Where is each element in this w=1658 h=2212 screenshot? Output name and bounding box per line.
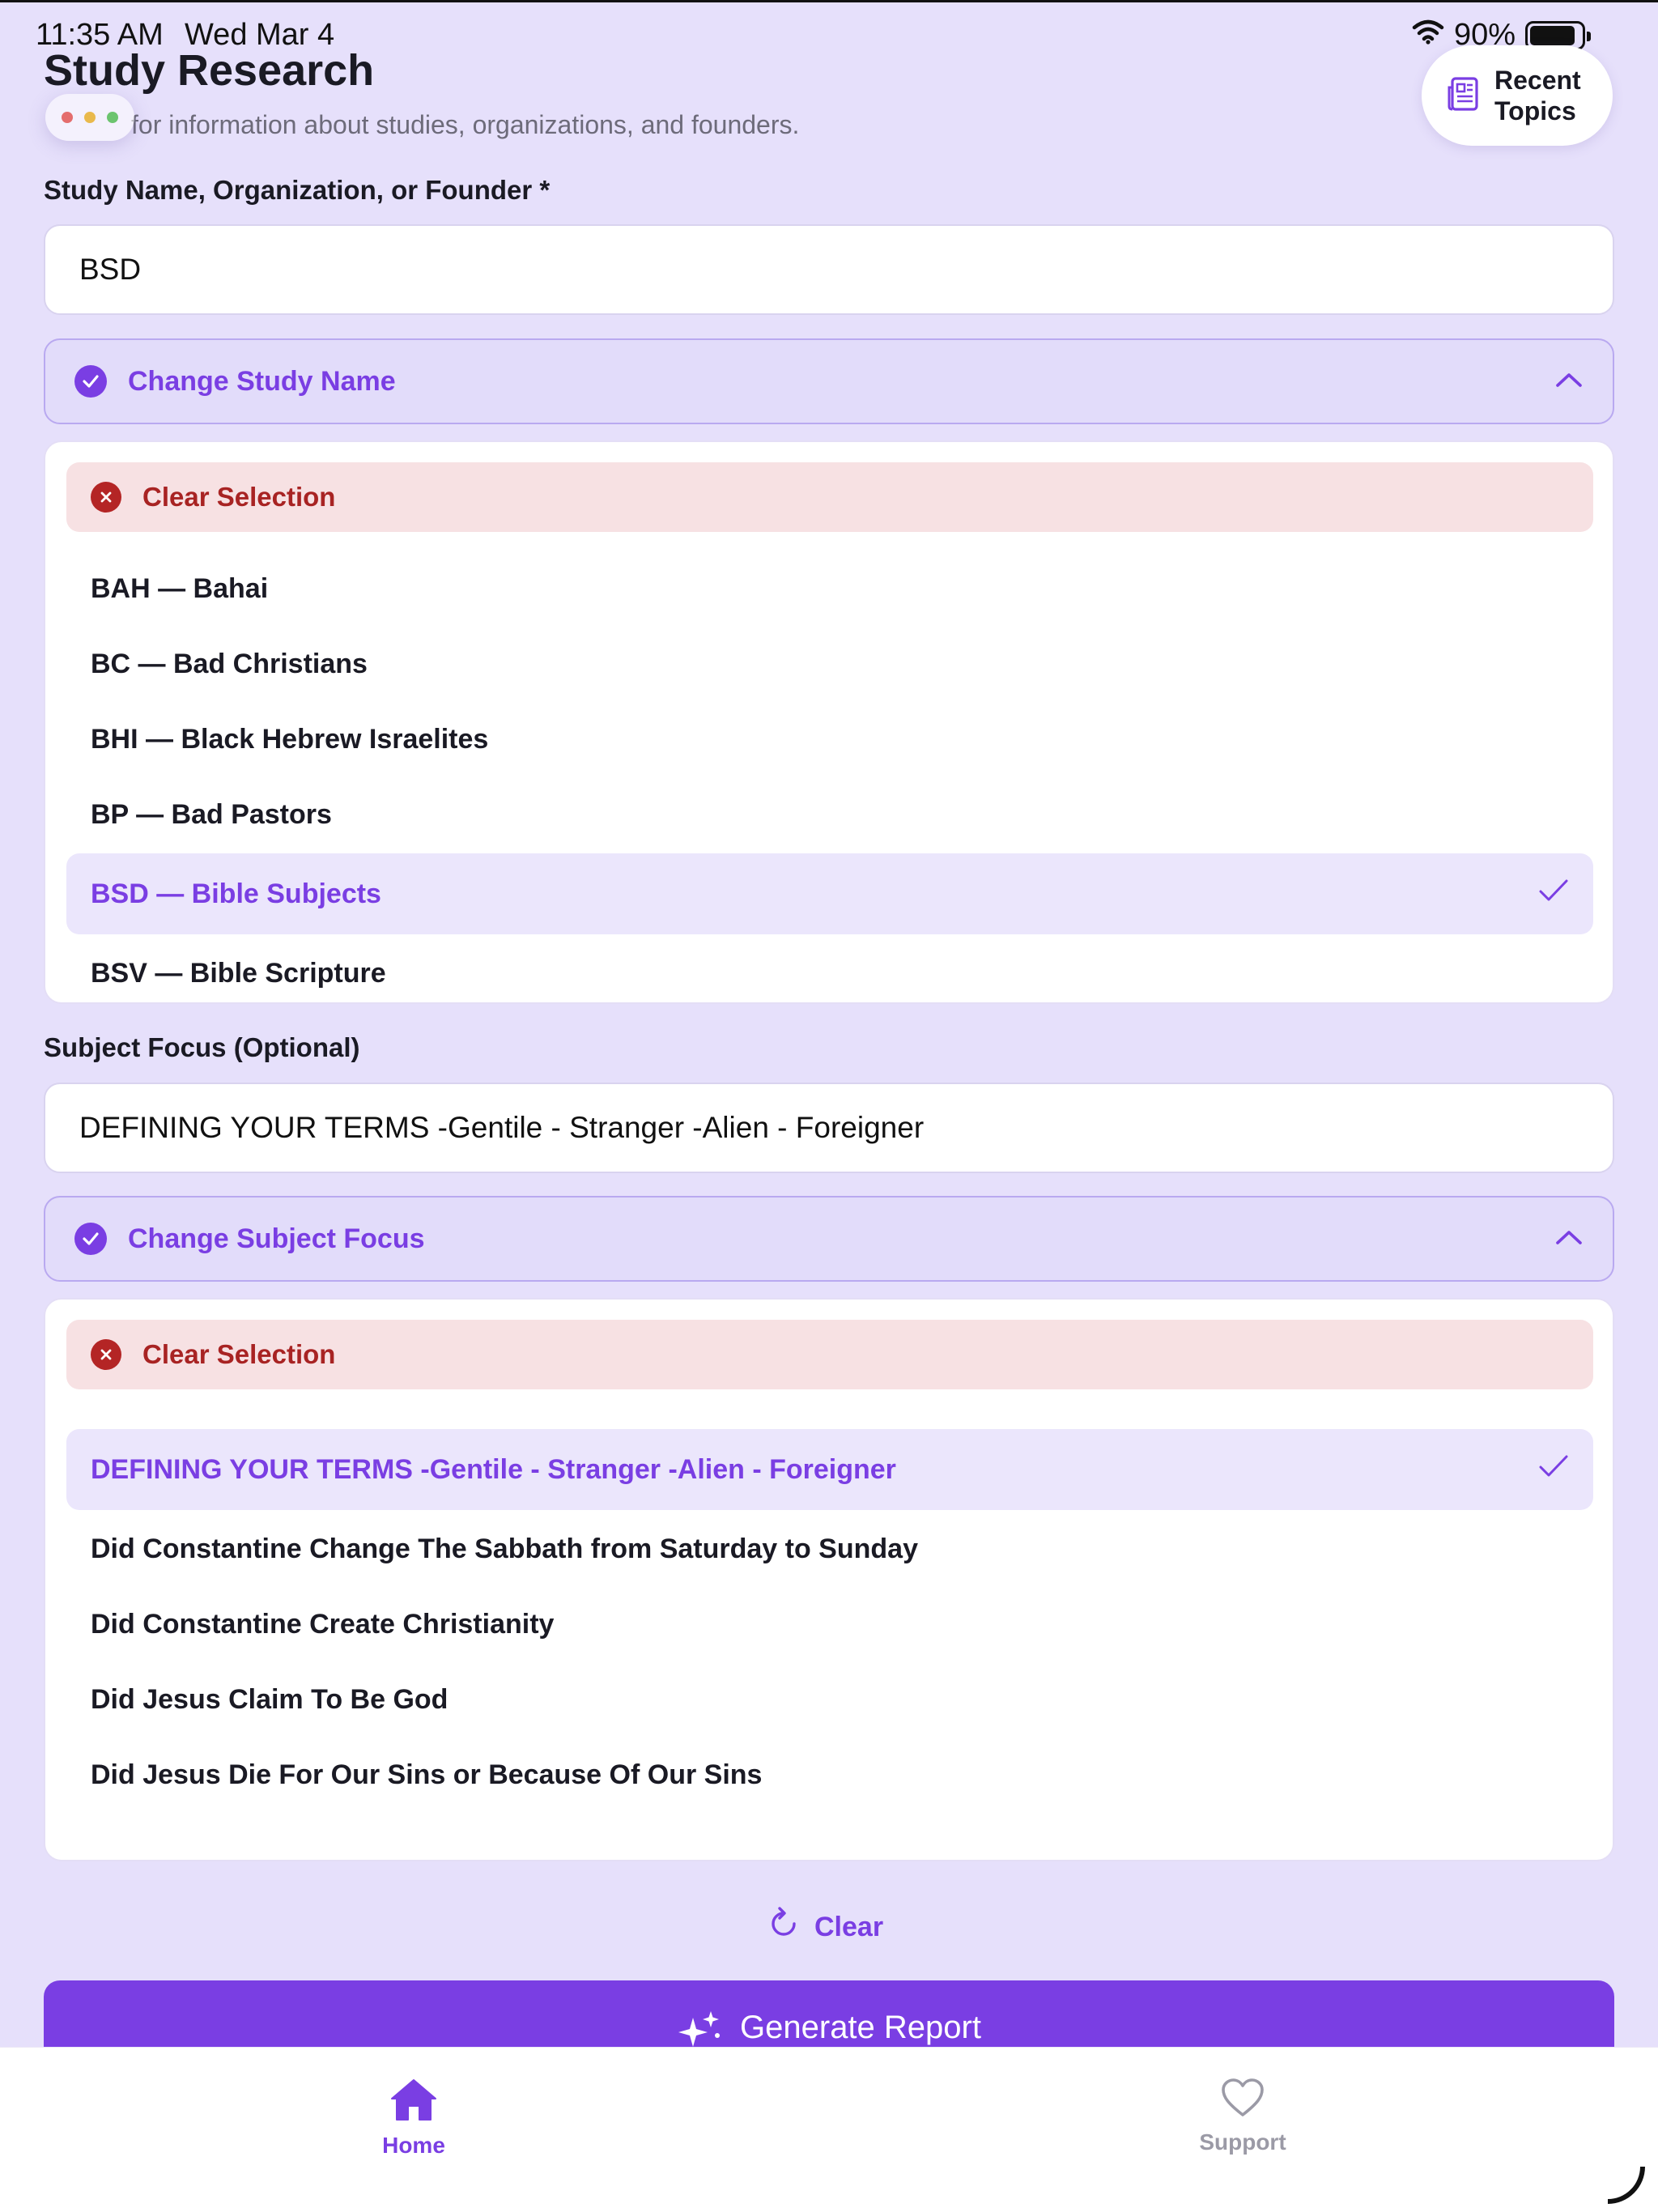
page-subtitle: for information about studies, organizat…: [131, 110, 800, 139]
check-circle-icon: [74, 365, 107, 398]
newspaper-icon: [1448, 76, 1480, 116]
checkmark-icon: [1538, 878, 1569, 910]
close-dot-icon[interactable]: [62, 112, 73, 123]
window-controls[interactable]: [45, 94, 134, 141]
study-name-input[interactable]: [44, 224, 1614, 315]
clear-selection-label: Clear Selection: [142, 1339, 336, 1369]
heart-icon: [1220, 2077, 1265, 2123]
tab-bar: Home Support: [0, 2047, 1658, 2212]
chevron-up-icon: [1554, 371, 1584, 393]
tab-home[interactable]: Home: [333, 2077, 495, 2159]
top-edge: [0, 0, 1658, 2]
change-subject-focus-label: Change Subject Focus: [128, 1223, 425, 1254]
study-option[interactable]: BP — Bad Pastors: [66, 774, 1593, 855]
subject-option[interactable]: Did Constantine Change The Sabbath from …: [66, 1508, 1593, 1589]
study-field-label: Study Name, Organization, or Founder *: [44, 175, 551, 205]
tab-support[interactable]: Support: [1162, 2077, 1324, 2155]
clear-study-selection-button[interactable]: Clear Selection: [66, 462, 1593, 532]
subject-options-panel[interactable]: Clear Selection DEFINING YOUR TERMS -Gen…: [44, 1298, 1614, 1861]
subject-field-label: Subject Focus (Optional): [44, 1032, 360, 1062]
subject-option[interactable]: Did Jesus Die For Our Sins or Because Of…: [66, 1734, 1593, 1815]
change-study-name-toggle[interactable]: Change Study Name: [44, 338, 1614, 424]
change-study-name-label: Change Study Name: [128, 365, 396, 397]
tab-home-label: Home: [382, 2133, 445, 2158]
page-title: Study Research: [44, 46, 375, 95]
wifi-icon: [1412, 18, 1444, 53]
x-circle-icon: [91, 482, 121, 513]
study-option[interactable]: BC — Bad Christians: [66, 623, 1593, 704]
subject-focus-input[interactable]: [44, 1083, 1614, 1173]
clear-button[interactable]: Clear: [767, 1904, 883, 1950]
generate-report-label: Generate Report: [740, 2010, 981, 2045]
study-option[interactable]: BHI — Black Hebrew Israelites: [66, 699, 1593, 780]
checkmark-icon: [1538, 1454, 1569, 1486]
recent-topics-button[interactable]: Recent Topics: [1422, 45, 1613, 146]
study-option[interactable]: BAH — Bahai: [66, 548, 1593, 629]
tab-support-label: Support: [1199, 2129, 1286, 2155]
clear-subject-selection-button[interactable]: Clear Selection: [66, 1320, 1593, 1389]
subject-option[interactable]: Did Constantine Create Christianity: [66, 1584, 1593, 1665]
check-circle-icon: [74, 1223, 107, 1255]
clear-selection-label: Clear Selection: [142, 482, 336, 512]
study-options-panel[interactable]: Clear Selection BAH — Bahai BC — Bad Chr…: [44, 440, 1614, 1004]
refresh-icon: [767, 1906, 800, 1948]
change-subject-focus-toggle[interactable]: Change Subject Focus: [44, 1196, 1614, 1282]
x-circle-icon: [91, 1339, 121, 1370]
study-option-selected[interactable]: BSD — Bible Subjects: [66, 853, 1593, 934]
chevron-up-icon: [1554, 1228, 1584, 1250]
house-icon: [389, 2077, 438, 2126]
clear-button-label: Clear: [814, 1911, 884, 1942]
minimize-dot-icon[interactable]: [84, 112, 96, 123]
subject-option[interactable]: Did Jesus Claim To Be God: [66, 1659, 1593, 1740]
subject-option-selected[interactable]: DEFINING YOUR TERMS -Gentile - Stranger …: [66, 1429, 1593, 1510]
study-option[interactable]: BSV — Bible Scripture: [66, 933, 1593, 1002]
recent-topics-label: Recent Topics: [1494, 66, 1581, 125]
zoom-dot-icon[interactable]: [107, 112, 118, 123]
